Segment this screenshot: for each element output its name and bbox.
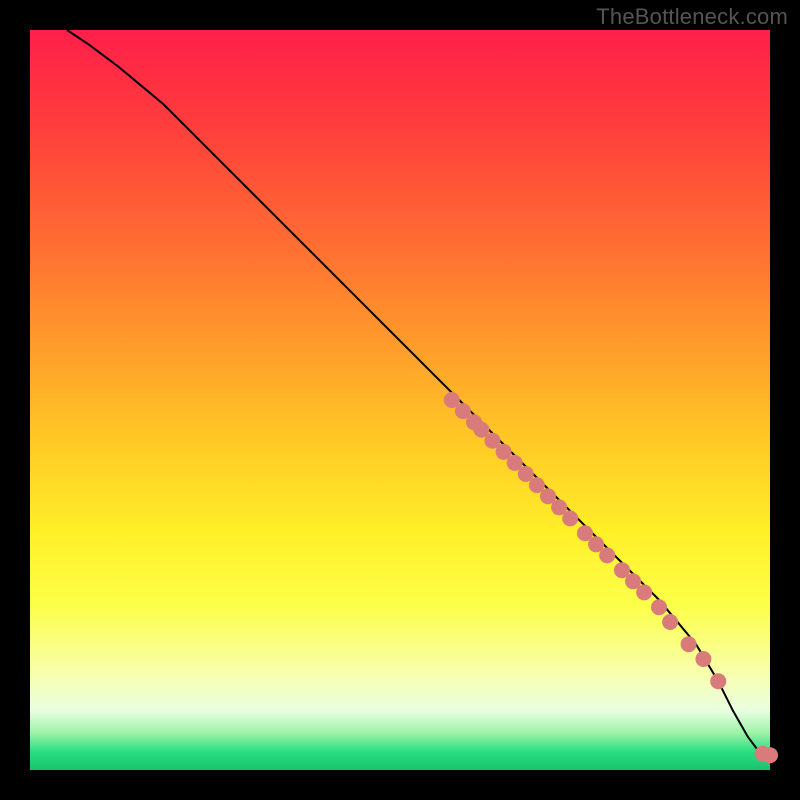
chart-frame: TheBottleneck.com: [0, 0, 800, 800]
scatter-point: [651, 599, 667, 615]
scatter-point: [636, 584, 652, 600]
scatter-point: [599, 547, 615, 563]
main-curve: [67, 30, 770, 755]
scatter-point: [562, 510, 578, 526]
scatter-point: [662, 614, 678, 630]
watermark-text: TheBottleneck.com: [596, 4, 788, 30]
scatter-point: [762, 747, 778, 763]
scatter-point: [710, 673, 726, 689]
scatter-points-group: [444, 392, 778, 763]
scatter-point: [681, 636, 697, 652]
chart-overlay: [30, 30, 770, 770]
scatter-point: [695, 651, 711, 667]
